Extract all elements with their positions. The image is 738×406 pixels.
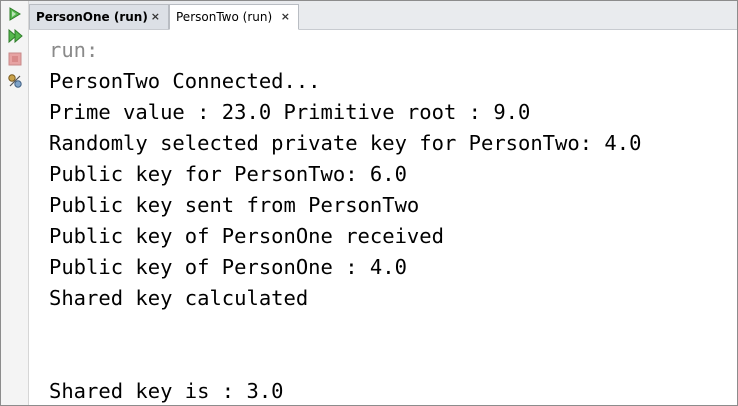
console-line: Public key of PersonOne received: [49, 224, 444, 248]
settings-icon[interactable]: [6, 72, 24, 90]
console-line: PersonTwo Connected...: [49, 69, 321, 93]
tab-persontwo-run[interactable]: PersonTwo (run) ×: [169, 4, 299, 30]
close-icon[interactable]: ×: [151, 10, 160, 23]
rerun-icon[interactable]: [6, 27, 24, 45]
output-toolbar: [1, 1, 29, 405]
close-icon[interactable]: ×: [281, 10, 290, 23]
stop-icon[interactable]: [6, 50, 24, 68]
tab-label: PersonOne (run): [36, 10, 148, 24]
tab-personone-run[interactable]: PersonOne (run) ×: [29, 4, 169, 29]
run-icon[interactable]: [6, 5, 24, 23]
console-line: Shared key calculated: [49, 286, 309, 310]
console-line: run:: [49, 38, 99, 62]
console-line: Randomly selected private key for Person…: [49, 131, 642, 155]
console-line: Public key of PersonOne : 4.0: [49, 255, 407, 279]
console-output[interactable]: run: PersonTwo Connected... Prime value …: [49, 35, 737, 405]
console-line: Shared key is : 3.0: [49, 379, 284, 403]
console-line: Prime value : 23.0 Primitive root : 9.0: [49, 100, 531, 124]
console-line: Public key for PersonTwo: 6.0: [49, 162, 407, 186]
tab-strip: PersonOne (run) × PersonTwo (run) ×: [29, 1, 737, 30]
tab-label: PersonTwo (run): [176, 10, 273, 24]
output-window: PersonOne (run) × PersonTwo (run) × run:…: [0, 0, 738, 406]
console-line: Public key sent from PersonTwo: [49, 193, 420, 217]
